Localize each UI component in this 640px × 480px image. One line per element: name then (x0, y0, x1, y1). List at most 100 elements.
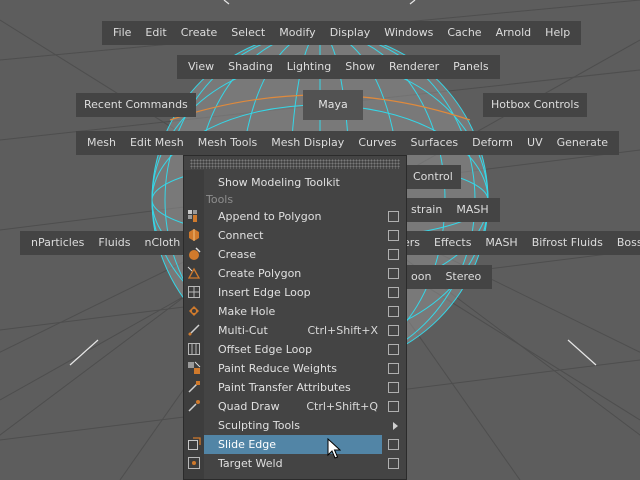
menu-help[interactable]: Help (538, 21, 577, 45)
menu-item-connect[interactable]: Connect (204, 226, 399, 245)
paint-transfer-icon (187, 380, 201, 394)
menu-item-label: Make Hole (218, 305, 276, 318)
crease-icon (187, 247, 201, 261)
menu-select[interactable]: Select (224, 21, 272, 45)
menu-mesh[interactable]: Mesh (80, 131, 123, 155)
menu-fluids[interactable]: Fluids (91, 231, 137, 255)
menu-item-shortcut (378, 340, 382, 359)
menu-stereo[interactable]: Stereo (438, 265, 488, 289)
hotbox-controls-button[interactable]: Hotbox Controls (483, 93, 588, 117)
menu-mash-fx[interactable]: MASH (478, 231, 524, 255)
menu-item-shortcut (378, 264, 382, 283)
menu-cache[interactable]: Cache (440, 21, 488, 45)
menu-item-offset-edge-loop[interactable]: Offset Edge Loop (204, 340, 399, 359)
menu-generate[interactable]: Generate (550, 131, 615, 155)
option-box[interactable] (388, 211, 399, 222)
menu-surfaces[interactable]: Surfaces (404, 131, 466, 155)
submenu-arrow-icon (393, 422, 398, 430)
menu-item-show-modeling-toolkit[interactable]: Show Modeling Toolkit (204, 173, 382, 192)
menu-edit[interactable]: Edit (138, 21, 173, 45)
menu-curves[interactable]: Curves (351, 131, 403, 155)
option-box[interactable] (388, 287, 399, 298)
menu-file[interactable]: File (106, 21, 138, 45)
menu-mesh-tools[interactable]: Mesh Tools (191, 131, 265, 155)
menu-item-insert-edge-loop[interactable]: Insert Edge Loop (204, 283, 399, 302)
menu-item-shortcut (378, 454, 382, 473)
menu-ncloth[interactable]: nCloth (137, 231, 187, 255)
menu-show[interactable]: Show (338, 55, 382, 79)
menu-item-slide-edge[interactable]: Slide Edge (204, 435, 399, 454)
hotbox-fx-row-right: ers Effects MASH Bifrost Fluids Boss (392, 231, 640, 255)
hotbox-center-maya[interactable]: Maya (303, 90, 363, 120)
option-box[interactable] (388, 268, 399, 279)
hotbox-main-menu-row: File Edit Create Select Modify Display W… (102, 21, 582, 45)
menu-item-append-to-polygon[interactable]: Append to Polygon (204, 207, 399, 226)
option-box[interactable] (388, 306, 399, 317)
menu-constrain[interactable]: strain (404, 198, 449, 222)
menu-item-crease[interactable]: Crease (204, 245, 399, 264)
menu-item-label: Create Polygon (218, 267, 302, 280)
mouse-cursor-icon (327, 438, 341, 459)
menu-item-label: Multi-Cut (218, 324, 268, 337)
menu-item-label: Sculpting Tools (218, 419, 300, 432)
menu-item-shortcut (378, 416, 382, 435)
option-box[interactable] (388, 401, 399, 412)
menu-windows[interactable]: Windows (377, 21, 440, 45)
hotbox-fx-row-left: nParticles Fluids nCloth (20, 231, 192, 255)
menu-item-paint-transfer-attributes[interactable]: Paint Transfer Attributes (204, 378, 399, 397)
menu-shading[interactable]: Shading (221, 55, 280, 79)
option-box[interactable] (388, 344, 399, 355)
menu-toon[interactable]: oon (404, 265, 438, 289)
hotbox-rendering-row-partial: oon Stereo (400, 265, 493, 289)
menu-item-label: Quad Draw (218, 400, 280, 413)
paint-reduce-weights-icon (187, 361, 201, 375)
menu-item-target-weld[interactable]: Target Weld (204, 454, 399, 473)
connect-icon (187, 228, 201, 242)
menu-item-paint-reduce-weights[interactable]: Paint Reduce Weights (204, 359, 399, 378)
menu-deform[interactable]: Deform (465, 131, 520, 155)
menu-renderer[interactable]: Renderer (382, 55, 446, 79)
menu-display[interactable]: Display (323, 21, 378, 45)
recent-commands-button[interactable]: Recent Commands (76, 93, 196, 117)
menu-panels[interactable]: Panels (446, 55, 495, 79)
section-label-tools: Tools (206, 193, 234, 206)
menu-item-label: Offset Edge Loop (218, 343, 313, 356)
menu-arnold[interactable]: Arnold (489, 21, 539, 45)
option-box[interactable] (388, 439, 399, 450)
menu-control[interactable]: Control (405, 165, 461, 189)
menu-item-label: Show Modeling Toolkit (218, 176, 340, 189)
option-box[interactable] (388, 249, 399, 260)
menu-mesh-display[interactable]: Mesh Display (264, 131, 351, 155)
menu-item-label: Connect (218, 229, 264, 242)
option-box[interactable] (388, 230, 399, 241)
menu-bifrost-fluids[interactable]: Bifrost Fluids (525, 231, 610, 255)
menu-item-label: Crease (218, 248, 256, 261)
menu-view[interactable]: View (181, 55, 221, 79)
menu-boss[interactable]: Boss (610, 231, 640, 255)
menu-lighting[interactable]: Lighting (280, 55, 338, 79)
menu-item-create-polygon[interactable]: Create Polygon (204, 264, 399, 283)
menu-item-quad-draw[interactable]: Quad Draw Ctrl+Shift+Q (204, 397, 399, 416)
menu-item-sculpting-tools[interactable]: Sculpting Tools (204, 416, 398, 435)
menu-create[interactable]: Create (174, 21, 225, 45)
menu-item-label: Paint Transfer Attributes (218, 381, 351, 394)
tear-off-grip[interactable] (190, 159, 400, 169)
option-box[interactable] (388, 458, 399, 469)
menu-uv[interactable]: UV (520, 131, 550, 155)
append-polygon-icon (187, 209, 201, 223)
menu-item-make-hole[interactable]: Make Hole (204, 302, 399, 321)
option-box[interactable] (388, 325, 399, 336)
menu-mash-rigging[interactable]: MASH (449, 198, 495, 222)
menu-item-shortcut (378, 226, 382, 245)
option-box[interactable] (388, 363, 399, 374)
option-box[interactable] (388, 382, 399, 393)
menu-nparticles[interactable]: nParticles (24, 231, 91, 255)
menu-item-shortcut: Ctrl+Shift+X (307, 324, 378, 337)
hotbox-panel-menu-row: View Shading Lighting Show Renderer Pane… (177, 55, 500, 79)
menu-modify[interactable]: Modify (272, 21, 322, 45)
create-polygon-icon (187, 266, 201, 280)
menu-effects[interactable]: Effects (427, 231, 478, 255)
menu-item-shortcut (378, 302, 382, 321)
menu-edit-mesh[interactable]: Edit Mesh (123, 131, 191, 155)
menu-item-multi-cut[interactable]: Multi-Cut Ctrl+Shift+X (204, 321, 399, 340)
